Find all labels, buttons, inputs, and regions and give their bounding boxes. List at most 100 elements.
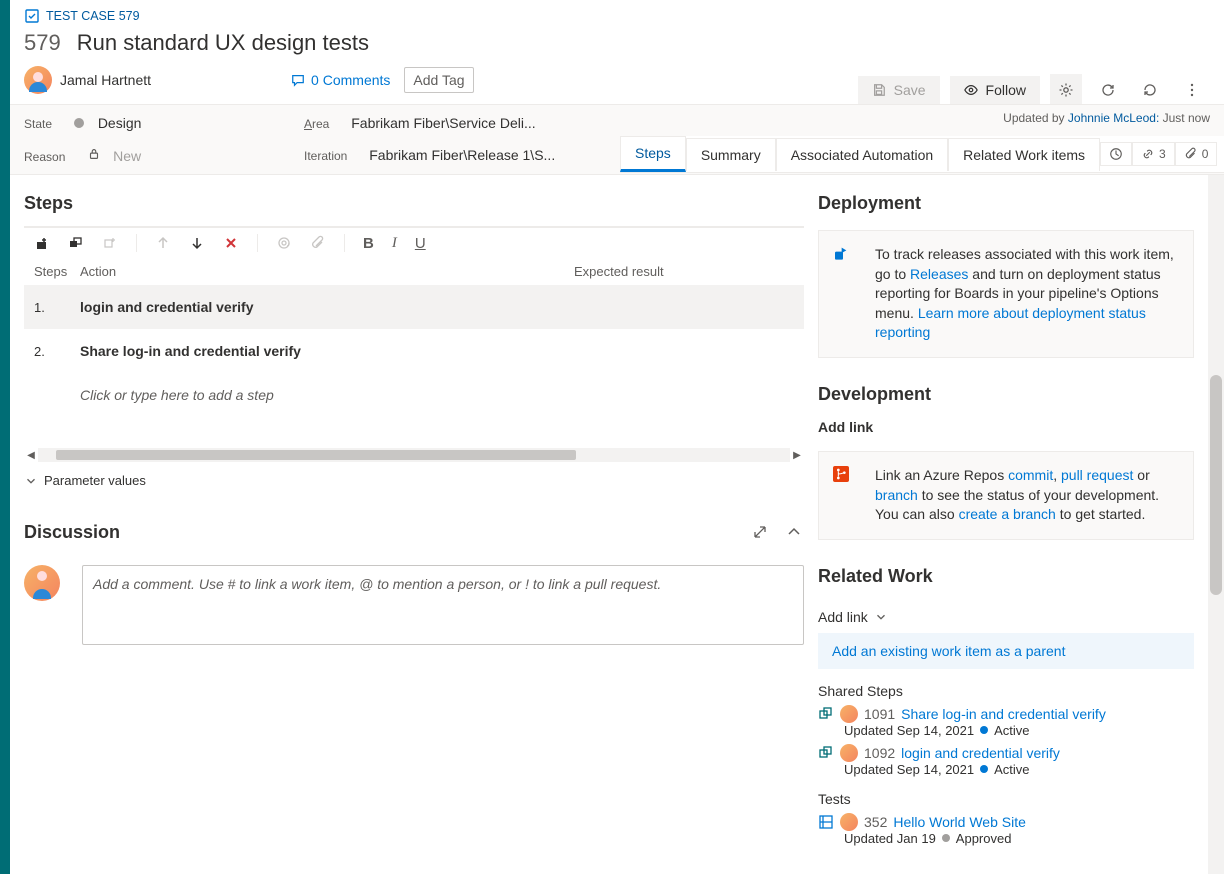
save-button[interactable]: Save bbox=[858, 76, 940, 104]
step-row[interactable]: 1. login and credential verify bbox=[24, 285, 804, 329]
save-icon bbox=[872, 83, 886, 97]
undo-icon bbox=[1142, 82, 1158, 98]
iteration-field[interactable]: Iteration Fabrikam Fiber\Release 1\S... bbox=[304, 147, 624, 164]
development-add-link[interactable]: Add link bbox=[818, 419, 1194, 435]
related-item[interactable]: 1092 login and credential verify Updated… bbox=[818, 744, 1194, 777]
history-icon bbox=[1109, 147, 1123, 161]
attachment-icon bbox=[1184, 147, 1198, 161]
insert-shared-icon bbox=[68, 235, 84, 251]
history-badge[interactable] bbox=[1100, 142, 1132, 166]
work-item-id: 579 bbox=[24, 30, 61, 56]
follow-button[interactable]: Follow bbox=[950, 76, 1040, 104]
follow-label: Follow bbox=[986, 82, 1026, 98]
related-item-link[interactable]: Share log-in and credential verify bbox=[901, 706, 1106, 722]
tab-steps[interactable]: Steps bbox=[620, 136, 686, 172]
steps-header: Steps Action Expected result bbox=[24, 258, 804, 285]
steps-scrollbar[interactable]: ◀ ▶ bbox=[24, 447, 804, 463]
italic-button[interactable]: I bbox=[392, 235, 397, 252]
refresh-icon bbox=[1100, 82, 1116, 98]
test-plan-icon bbox=[818, 814, 834, 830]
current-user-avatar bbox=[24, 565, 60, 601]
chevron-down-icon bbox=[874, 610, 888, 624]
move-down-button[interactable] bbox=[189, 235, 205, 251]
tab-related[interactable]: Related Work items bbox=[948, 138, 1100, 171]
vertical-scrollbar[interactable] bbox=[1208, 175, 1224, 874]
attachments-badge[interactable]: 0 bbox=[1175, 142, 1218, 166]
owner-avatar[interactable] bbox=[24, 66, 52, 94]
state-field[interactable]: State Design bbox=[24, 115, 304, 131]
add-parent-link[interactable]: Add an existing work item as a parent bbox=[832, 643, 1065, 659]
mini-avatar bbox=[840, 744, 858, 762]
top-actions: Save Follow bbox=[858, 74, 1208, 106]
insert-shared-step-button[interactable] bbox=[68, 235, 84, 251]
add-link-dropdown[interactable]: Add link bbox=[818, 609, 888, 625]
comments-link[interactable]: 0 Comments bbox=[291, 72, 390, 88]
branch-link[interactable]: branch bbox=[875, 487, 918, 503]
refresh-button[interactable] bbox=[1092, 74, 1124, 106]
updated-by-name[interactable]: Johnnie McLeod: bbox=[1068, 111, 1159, 125]
delete-step-button[interactable] bbox=[223, 235, 239, 251]
add-step-row[interactable]: Click or type here to add a step bbox=[24, 373, 804, 417]
pr-link[interactable]: pull request bbox=[1061, 467, 1133, 483]
branch-icon bbox=[833, 466, 861, 494]
undo-button[interactable] bbox=[1134, 74, 1166, 106]
parameter-values-toggle[interactable]: Parameter values bbox=[24, 473, 804, 488]
tests-header: Tests bbox=[818, 791, 1194, 807]
commit-link[interactable]: commit bbox=[1008, 467, 1053, 483]
more-actions-button[interactable] bbox=[1176, 74, 1208, 106]
create-shared-button bbox=[102, 235, 118, 251]
create-shared-icon bbox=[102, 235, 118, 251]
steps-title: Steps bbox=[24, 193, 804, 214]
owner-name[interactable]: Jamal Hartnett bbox=[60, 72, 151, 88]
comments-count: 0 Comments bbox=[311, 72, 390, 88]
comment-icon bbox=[291, 73, 305, 87]
attach-button bbox=[310, 235, 326, 251]
tab-summary[interactable]: Summary bbox=[686, 138, 776, 171]
step-action[interactable]: Share log-in and credential verify bbox=[80, 343, 574, 359]
add-parent-bar[interactable]: Add an existing work item as a parent bbox=[818, 633, 1194, 669]
save-label: Save bbox=[894, 82, 926, 98]
create-branch-link[interactable]: create a branch bbox=[959, 506, 1056, 522]
related-item-link[interactable]: login and credential verify bbox=[901, 745, 1060, 761]
tabs: Steps Summary Associated Automation Rela… bbox=[620, 136, 1224, 173]
expand-button[interactable] bbox=[750, 522, 770, 545]
related-item[interactable]: 352 Hello World Web Site Updated Jan 19 … bbox=[818, 813, 1194, 846]
related-item[interactable]: 1091 Share log-in and credential verify … bbox=[818, 705, 1194, 738]
test-case-icon bbox=[24, 8, 40, 24]
chevron-up-icon bbox=[784, 522, 804, 542]
step-action[interactable]: login and credential verify bbox=[80, 299, 574, 315]
gear-icon bbox=[1058, 82, 1074, 98]
at-icon bbox=[276, 235, 292, 251]
comment-input[interactable]: Add a comment. Use # to link a work item… bbox=[82, 565, 804, 645]
status-dot bbox=[980, 726, 988, 734]
related-work-title: Related Work bbox=[818, 566, 1194, 587]
work-item-title[interactable]: Run standard UX design tests bbox=[77, 30, 369, 56]
deployment-icon bbox=[833, 245, 861, 273]
reason-field[interactable]: Reason New bbox=[24, 147, 304, 164]
insert-step-button[interactable] bbox=[34, 235, 50, 251]
underline-button[interactable]: U bbox=[415, 235, 426, 252]
collapse-button[interactable] bbox=[784, 522, 804, 545]
breadcrumb[interactable]: TEST CASE 579 bbox=[24, 8, 1210, 24]
releases-link[interactable]: Releases bbox=[910, 266, 968, 282]
mini-avatar bbox=[840, 813, 858, 831]
add-tag-button[interactable]: Add Tag bbox=[404, 67, 473, 93]
settings-button[interactable] bbox=[1050, 74, 1082, 106]
shared-steps-header: Shared Steps bbox=[818, 683, 1194, 699]
discussion-title: Discussion bbox=[24, 522, 750, 543]
add-param-button bbox=[276, 235, 292, 251]
related-item-link[interactable]: Hello World Web Site bbox=[893, 814, 1026, 830]
eye-icon bbox=[964, 83, 978, 97]
arrow-up-icon bbox=[155, 235, 171, 251]
chevron-down-icon bbox=[24, 474, 38, 488]
links-badge[interactable]: 3 bbox=[1132, 142, 1175, 166]
tab-automation[interactable]: Associated Automation bbox=[776, 138, 948, 171]
paperclip-icon bbox=[310, 235, 326, 251]
status-dot bbox=[942, 834, 950, 842]
step-row[interactable]: 2. Share log-in and credential verify bbox=[24, 329, 804, 373]
state-dot bbox=[74, 118, 84, 128]
link-icon bbox=[1141, 147, 1155, 161]
area-field[interactable]: Area Fabrikam Fiber\Service Deli... bbox=[304, 115, 624, 131]
bold-button[interactable]: B bbox=[363, 235, 374, 252]
lock-icon bbox=[87, 147, 99, 159]
